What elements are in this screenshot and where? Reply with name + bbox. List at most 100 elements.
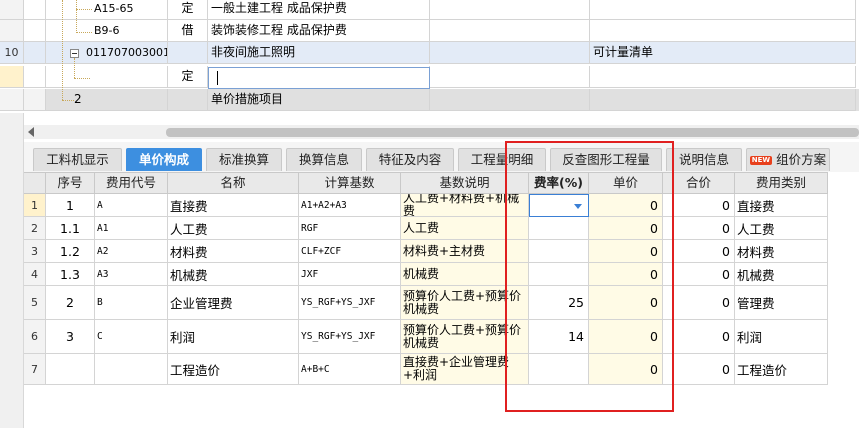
header-name[interactable]: 名称 (168, 172, 299, 194)
tab-labor-material-display[interactable]: 工料机显示 (33, 148, 122, 171)
row-number: 3 (24, 240, 46, 263)
row-number (0, 20, 24, 42)
name-cell[interactable]: 工程造价 (168, 354, 299, 385)
tree-connector (62, 0, 63, 100)
tree-connector (76, 9, 92, 10)
minus-box-icon[interactable] (70, 49, 79, 58)
item-code: 011707003001 (46, 42, 168, 64)
tab-description-info[interactable]: 说明信息 (666, 148, 742, 171)
fee-code-cell[interactable] (95, 354, 168, 385)
new-badge: NEW (749, 156, 773, 165)
header-fee-category[interactable]: 费用类别 (735, 172, 828, 194)
tree-connector (76, 0, 77, 33)
name-cell[interactable]: 机械费 (168, 263, 299, 286)
item-name: 一般土建工程 成品保护费 (208, 0, 430, 20)
row-number: 5 (24, 286, 46, 320)
fee-code-cell[interactable]: B (95, 286, 168, 320)
tree-connector (76, 32, 92, 33)
highlight-annotation (505, 141, 674, 412)
item-empty (430, 20, 590, 42)
item-name: 单价措施项目 (208, 89, 430, 111)
fee-category-cell[interactable]: 直接费 (735, 194, 828, 217)
header-calc-base[interactable]: 计算基数 (299, 172, 401, 194)
fee-code-cell[interactable]: A2 (95, 240, 168, 263)
calc-base-cell[interactable]: A1+A2+A3 (299, 194, 401, 217)
header-corner (24, 172, 46, 194)
calc-base-cell[interactable]: JXF (299, 263, 401, 286)
tree-row[interactable]: B9-6 借 装饰装修工程 成品保护费 (0, 20, 859, 42)
fee-category-cell[interactable]: 利润 (735, 320, 828, 354)
row-number (0, 66, 24, 88)
tree-row-selected[interactable]: 10 011707003001 非夜间施工照明 可计量清单 (0, 42, 859, 64)
fee-code-cell[interactable]: A (95, 194, 168, 217)
calc-base-cell[interactable]: RGF (299, 217, 401, 240)
fee-code-cell[interactable]: A1 (95, 217, 168, 240)
tree-row[interactable]: A15-65 定 一般土建工程 成品保护费 (0, 0, 859, 20)
item-extra (590, 20, 856, 42)
item-extra: 可计量清单 (590, 42, 856, 64)
seq-cell[interactable]: 1.1 (46, 217, 95, 240)
item-type: 定 (168, 0, 208, 20)
name-edit-field[interactable] (208, 67, 430, 89)
seq-cell[interactable]: 1.3 (46, 263, 95, 286)
name-cell[interactable]: 利润 (168, 320, 299, 354)
tab-label: 组价方案 (776, 152, 827, 167)
fee-category-cell[interactable]: 管理费 (735, 286, 828, 320)
tree-connector (74, 78, 90, 79)
tree-connector (62, 100, 74, 101)
item-code (46, 66, 168, 88)
top-tree-grid: A15-65 定 一般土建工程 成品保护费 B9-6 借 装饰装修工程 成品保护… (0, 0, 859, 113)
item-code: B9-6 (46, 20, 168, 42)
fee-category-cell[interactable]: 机械费 (735, 263, 828, 286)
seq-cell[interactable]: 1 (46, 194, 95, 217)
row-number (0, 89, 24, 111)
item-extra (590, 66, 856, 88)
calc-base-cell[interactable]: A+B+C (299, 354, 401, 385)
row-gutter (24, 0, 46, 20)
seq-cell[interactable]: 3 (46, 320, 95, 354)
row-number: 7 (24, 354, 46, 385)
tab-unit-price-composition[interactable]: 单价构成 (126, 148, 202, 171)
tab-standard-conversion[interactable]: 标准换算 (206, 148, 282, 171)
item-empty (430, 89, 590, 111)
arrow-left-icon[interactable] (28, 127, 34, 137)
item-type: 定 (168, 66, 208, 88)
header-fee-code[interactable]: 费用代号 (95, 172, 168, 194)
item-extra (590, 0, 856, 20)
name-cell[interactable]: 直接费 (168, 194, 299, 217)
row-number: 6 (24, 320, 46, 354)
name-cell[interactable]: 企业管理费 (168, 286, 299, 320)
row-number: 1 (24, 194, 46, 217)
item-code: A15-65 (46, 0, 168, 20)
calc-base-cell[interactable]: CLF+ZCF (299, 240, 401, 263)
row-number: 10 (0, 42, 24, 64)
fee-code-cell[interactable]: C (95, 320, 168, 354)
tab-pricing-scheme[interactable]: NEW 组价方案 (746, 148, 830, 171)
calc-base-cell[interactable]: YS_RGF+YS_JXF (299, 320, 401, 354)
item-type (168, 42, 208, 64)
left-strip (0, 113, 24, 428)
text-caret (217, 71, 218, 85)
scrollbar-thumb[interactable] (166, 128, 859, 137)
seq-cell[interactable] (46, 354, 95, 385)
name-cell[interactable]: 材料费 (168, 240, 299, 263)
item-empty (430, 66, 590, 88)
fee-category-cell[interactable]: 人工费 (735, 217, 828, 240)
row-gutter (24, 42, 46, 64)
header-seq[interactable]: 序号 (46, 172, 95, 194)
item-empty (430, 0, 590, 20)
tab-features-content[interactable]: 特征及内容 (366, 148, 454, 171)
name-cell[interactable]: 人工费 (168, 217, 299, 240)
fee-code-cell[interactable]: A3 (95, 263, 168, 286)
fee-category-cell[interactable]: 工程造价 (735, 354, 828, 385)
seq-cell[interactable]: 2 (46, 286, 95, 320)
calc-base-cell[interactable]: YS_RGF+YS_JXF (299, 286, 401, 320)
row-number: 2 (24, 217, 46, 240)
tab-conversion-info[interactable]: 换算信息 (286, 148, 362, 171)
item-type (168, 89, 208, 111)
fee-category-cell[interactable]: 材料费 (735, 240, 828, 263)
seq-cell[interactable]: 1.2 (46, 240, 95, 263)
row-gutter (24, 89, 46, 111)
tree-row-group[interactable]: 2 单价措施项目 (0, 89, 859, 111)
item-type: 借 (168, 20, 208, 42)
